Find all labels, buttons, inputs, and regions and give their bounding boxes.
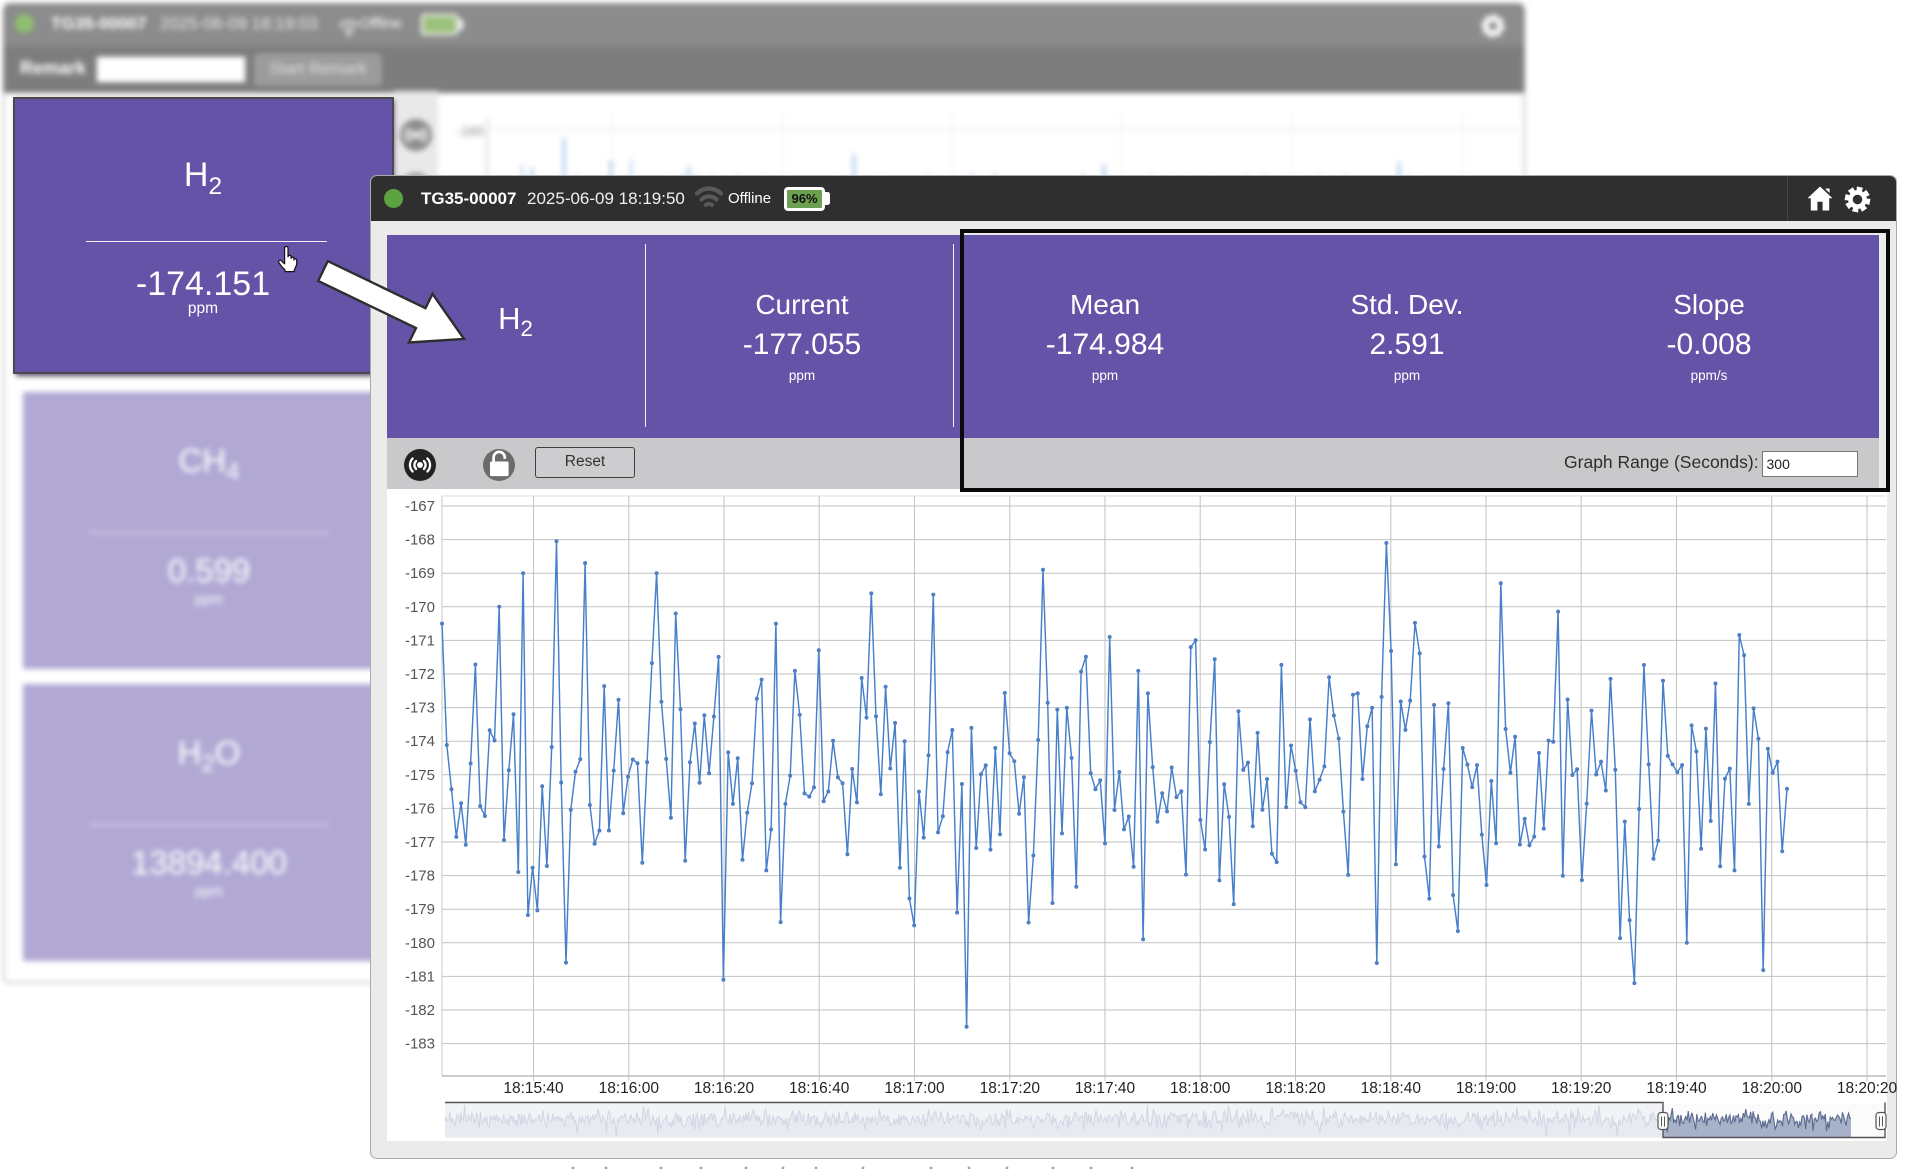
svg-text:-177: -177 (405, 834, 435, 851)
svg-text:18:17:20: 18:17:20 (980, 1080, 1041, 1097)
svg-text:-175: -175 (405, 767, 435, 784)
svg-text:18:15:40: 18:15:40 (503, 1080, 564, 1097)
svg-text:-168: -168 (405, 532, 435, 549)
svg-text:18:16:20: 18:16:20 (694, 1080, 755, 1097)
svg-text:18:18:00: 18:18:00 (1170, 1080, 1231, 1097)
svg-text:18:17:00: 18:17:00 (884, 1080, 945, 1097)
svg-text:-169: -169 (405, 565, 435, 582)
svg-text:-170: -170 (405, 599, 435, 616)
svg-text:18:20:20: 18:20:20 (1837, 1080, 1898, 1097)
svg-text:18:19:40: 18:19:40 (1646, 1080, 1707, 1097)
svg-text:18:17:40: 18:17:40 (1075, 1080, 1136, 1097)
svg-text:18:20:00: 18:20:00 (1742, 1080, 1803, 1097)
svg-text:-178: -178 (405, 868, 435, 885)
svg-text:18:19:20: 18:19:20 (1551, 1080, 1612, 1097)
svg-text:-176: -176 (405, 800, 435, 817)
svg-text:-165: -165 (457, 124, 484, 139)
svg-text:18:16:40: 18:16:40 (789, 1080, 850, 1097)
svg-text:18:18:40: 18:18:40 (1361, 1080, 1422, 1097)
svg-text:-174: -174 (405, 733, 435, 750)
svg-text:18:19:00: 18:19:00 (1456, 1080, 1517, 1097)
svg-text:18:18:20: 18:18:20 (1265, 1080, 1326, 1097)
svg-text:-180: -180 (405, 935, 435, 952)
svg-text:-172: -172 (405, 666, 435, 683)
svg-text:18:16:00: 18:16:00 (599, 1080, 660, 1097)
svg-text:-173: -173 (405, 700, 435, 717)
svg-text:-167: -167 (405, 498, 435, 515)
svg-text:-171: -171 (405, 632, 435, 649)
svg-text:-179: -179 (405, 901, 435, 918)
svg-text:-181: -181 (405, 968, 435, 985)
svg-text:-183: -183 (405, 1036, 435, 1053)
svg-text:-182: -182 (405, 1002, 435, 1019)
